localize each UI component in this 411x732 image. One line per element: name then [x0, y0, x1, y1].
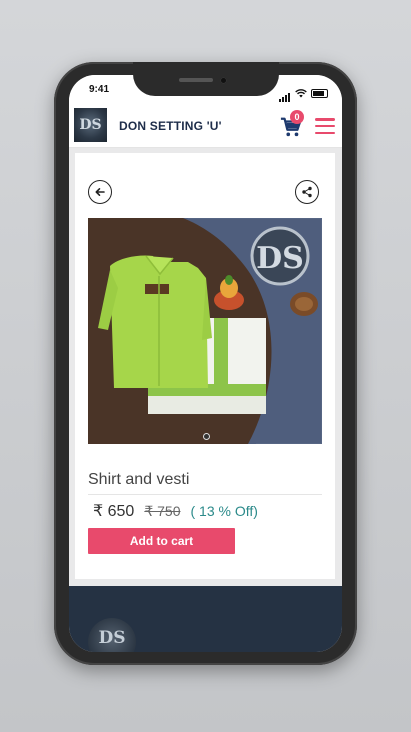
- hamburger-menu-icon[interactable]: [315, 118, 335, 134]
- wifi-icon: [295, 88, 307, 97]
- battery-icon: [311, 88, 328, 98]
- divider: [88, 494, 322, 495]
- share-button[interactable]: [295, 180, 319, 204]
- phone-camera: [220, 77, 227, 84]
- carousel-dot[interactable]: [203, 433, 210, 440]
- footer-logo-text: DS: [98, 628, 126, 648]
- phone-screen: 9:41 DS DON SETTING 'U' 0 DS Shirt and v…: [69, 75, 342, 652]
- discount-label: ( 13 % Off): [190, 503, 258, 519]
- image-logo-text: DS: [256, 241, 304, 276]
- price-row: ₹ 650 ₹ 750 ( 13 % Off): [93, 501, 258, 521]
- footer: DS: [69, 586, 342, 652]
- original-price: ₹ 750: [144, 503, 181, 519]
- status-time: 9:41: [89, 84, 110, 95]
- arrow-left-icon: [95, 188, 105, 196]
- app-header: DS DON SETTING 'U' 0: [69, 103, 342, 148]
- footer-logo: DS: [88, 618, 136, 652]
- add-to-cart-button[interactable]: Add to cart: [88, 528, 235, 554]
- brand-logo[interactable]: DS: [74, 108, 107, 142]
- product-image[interactable]: DS: [88, 218, 322, 444]
- product-photo: DS: [88, 218, 322, 444]
- status-icons: [279, 84, 328, 102]
- back-button[interactable]: [88, 180, 112, 204]
- phone-speaker: [179, 78, 213, 82]
- signal-icon: [279, 84, 291, 102]
- cart-count-badge: 0: [290, 110, 304, 124]
- brand-logo-text: DS: [79, 117, 102, 133]
- current-price: ₹ 650: [93, 503, 135, 520]
- share-icon: [302, 186, 312, 198]
- product-card: DS Shirt and vesti ₹ 650 ₹ 750 (13 % Of…: [75, 153, 335, 579]
- brand-name: DON SETTING 'U': [119, 119, 222, 133]
- product-title: Shirt and vesti: [88, 471, 190, 488]
